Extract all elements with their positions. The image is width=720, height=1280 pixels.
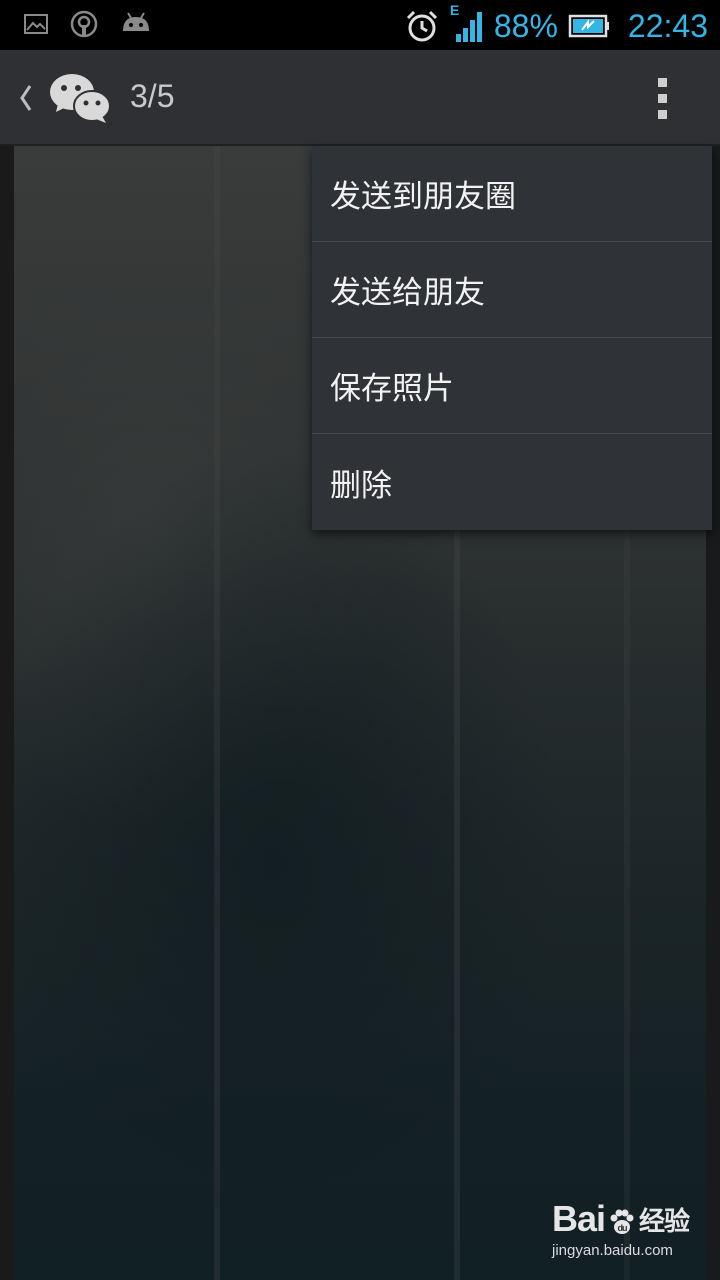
baidu-logo: Bai du 经验 [552, 1198, 690, 1240]
photo-left-border [0, 146, 14, 1280]
battery-percent: 88% [493, 7, 558, 44]
menu-item-delete[interactable]: 删除 [312, 434, 712, 530]
baidu-url: jingyan.baidu.com [552, 1242, 673, 1259]
alarm-icon [404, 8, 440, 44]
podcast-notification-icon [70, 10, 98, 38]
baidu-paw-icon: du [607, 1204, 637, 1234]
back-arrow-icon[interactable] [14, 78, 40, 118]
android-notification-icon [120, 11, 152, 37]
clock: 22:43 [627, 7, 708, 44]
signal-icon: E [450, 2, 484, 44]
battery-icon [568, 12, 610, 40]
wechat-logo-icon[interactable] [48, 70, 112, 126]
baidu-watermark: Bai du 经验 jingyan.baidu.com [552, 1198, 690, 1259]
gallery-notification-icon [24, 13, 48, 35]
menu-item-send-to-friend[interactable]: 发送给朋友 [312, 242, 712, 338]
overflow-dropdown-menu: 发送到朋友圈 发送给朋友 保存照片 删除 [312, 146, 712, 530]
overflow-menu-icon[interactable] [650, 74, 676, 122]
photo-counter: 3/5 [130, 78, 175, 114]
menu-item-save-photo[interactable]: 保存照片 [312, 338, 712, 434]
baidu-logo-suffix: 经验 [639, 1205, 690, 1236]
status-bar: E 88% 22:43 [0, 0, 720, 50]
action-bar: 3/5 [0, 50, 720, 146]
menu-item-share-moments[interactable]: 发送到朋友圈 [312, 146, 712, 242]
photo-streak [214, 146, 220, 1280]
network-type-label: E [449, 2, 460, 18]
baidu-logo-prefix: Bai [552, 1198, 606, 1239]
svg-text:du: du [618, 1223, 627, 1233]
